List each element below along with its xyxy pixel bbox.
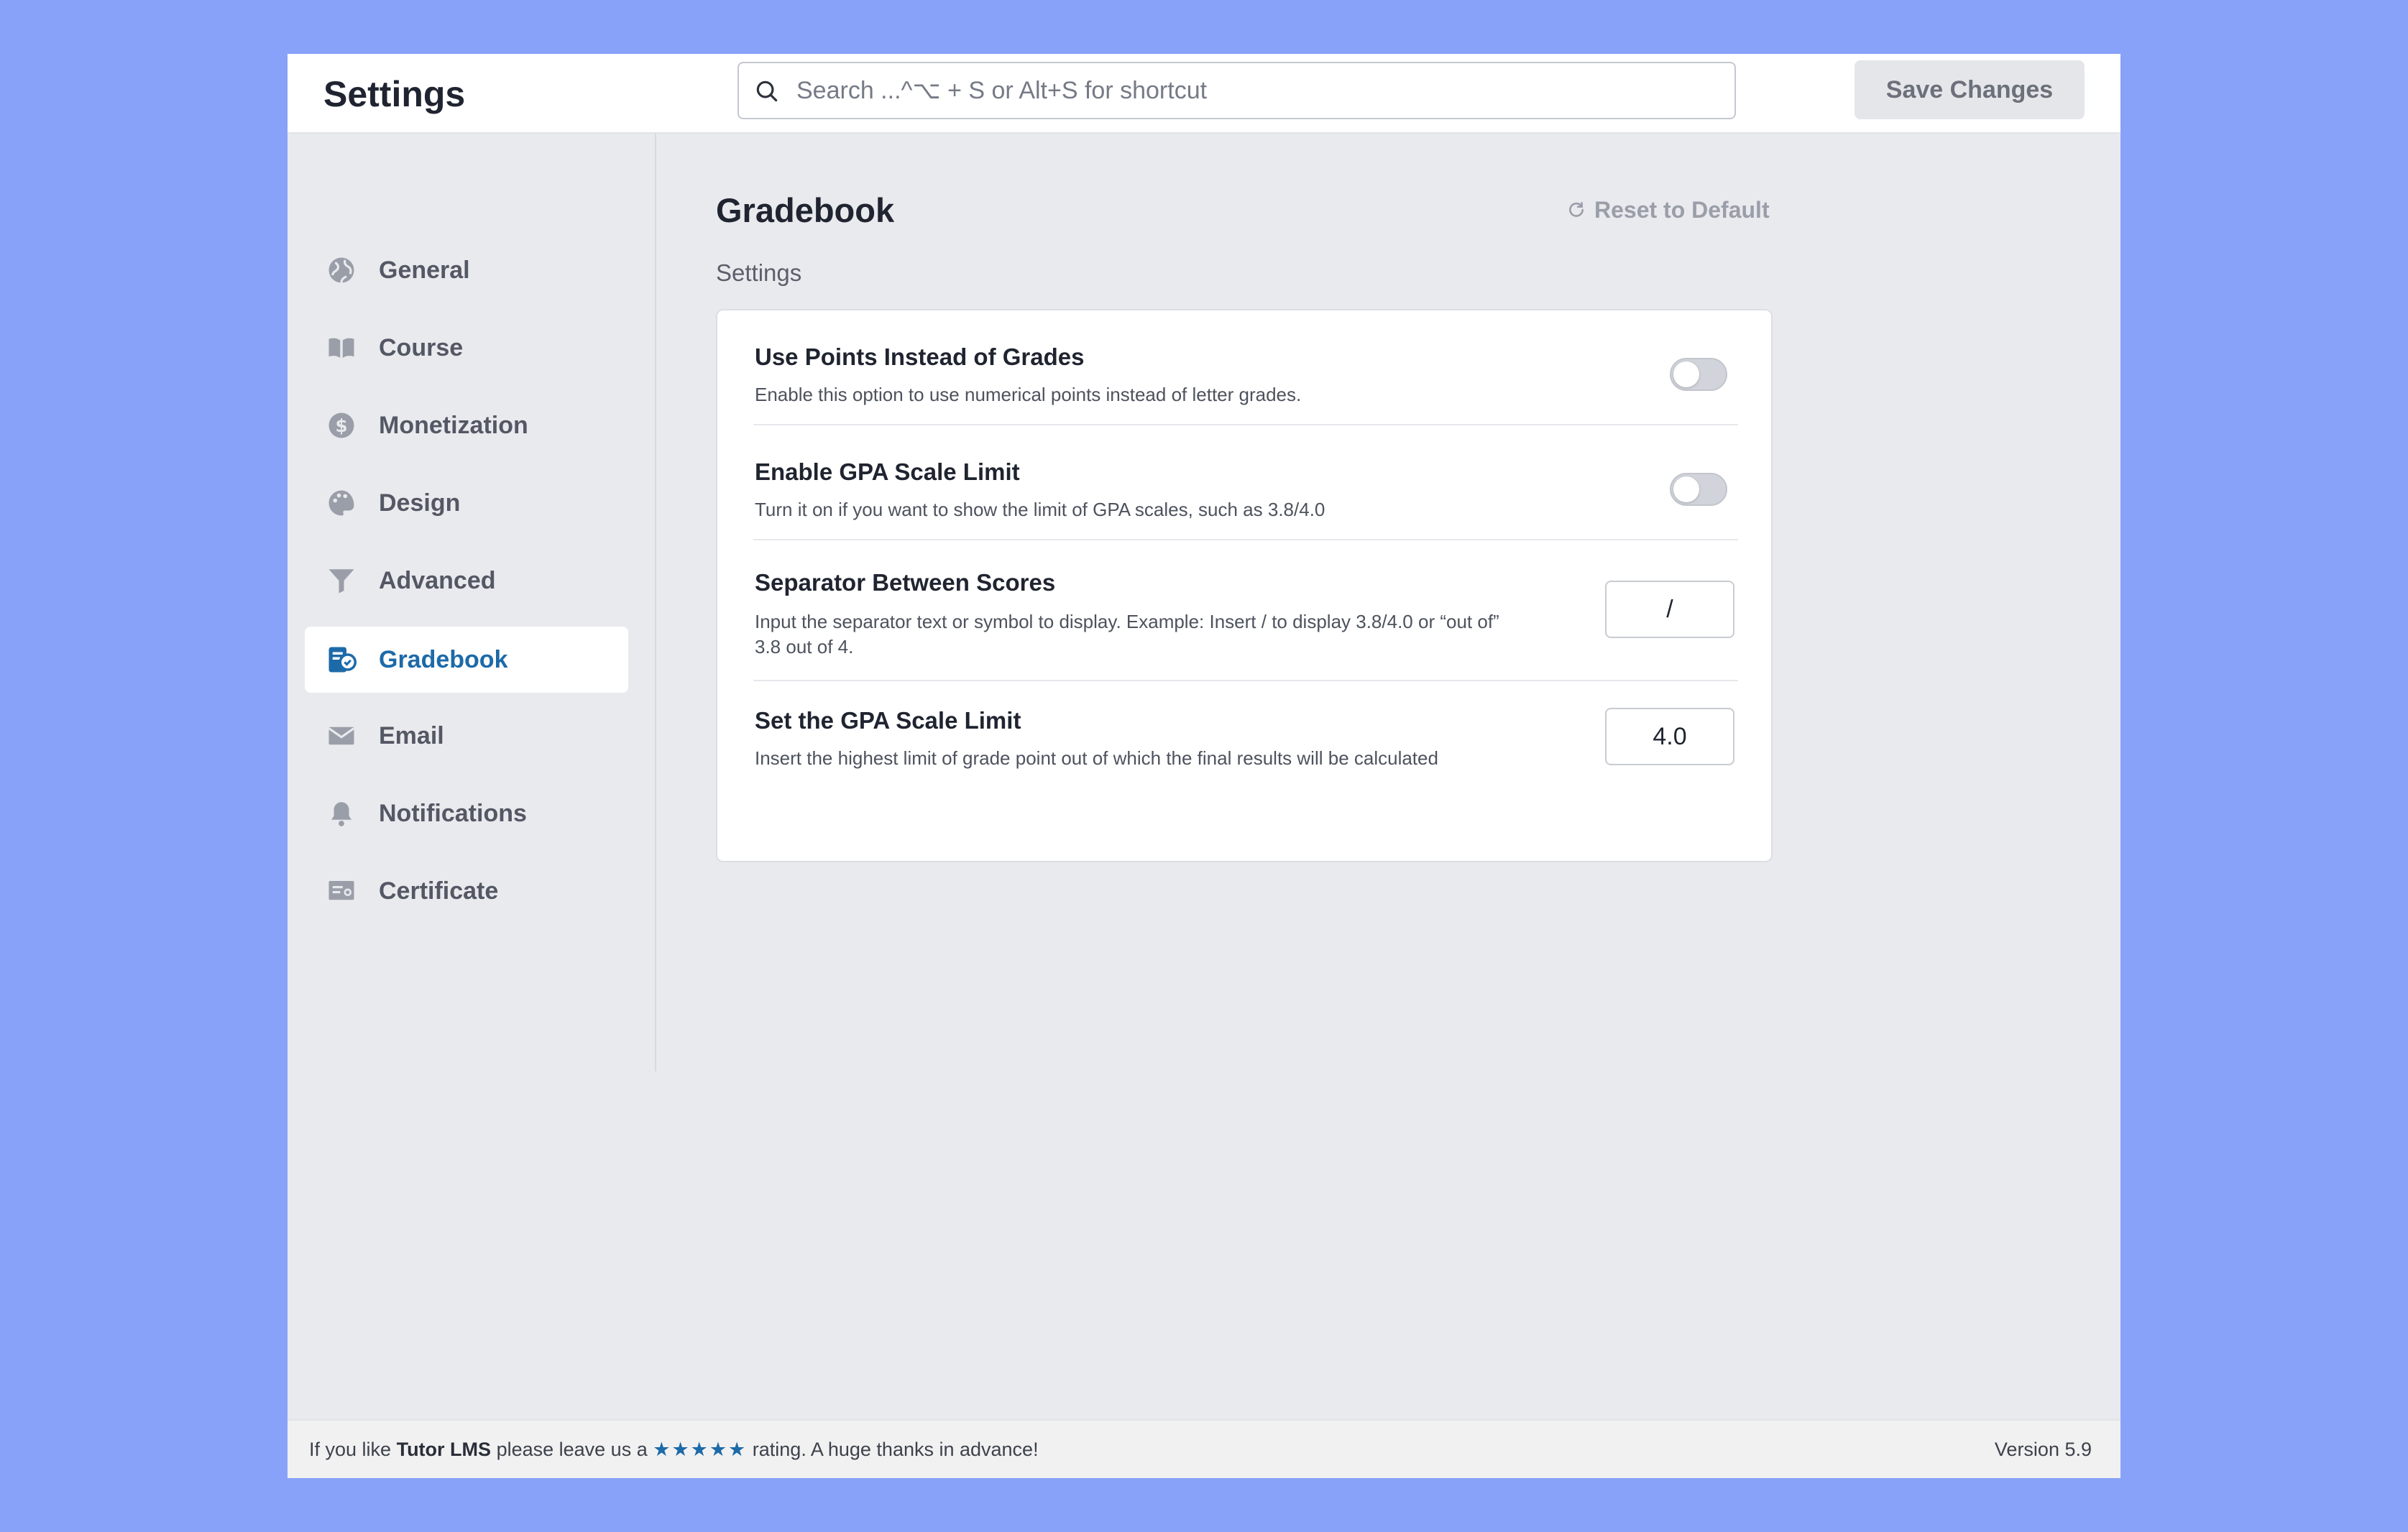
use-points-toggle[interactable]	[1670, 358, 1727, 391]
sidebar-item-course[interactable]: Course	[305, 315, 628, 381]
sidebar-item-label: Course	[379, 334, 464, 361]
setting-title: Enable GPA Scale Limit	[755, 458, 1020, 485]
sidebar-item-label: General	[379, 257, 470, 284]
sidebar-item-advanced[interactable]: Advanced	[305, 548, 628, 614]
sidebar-item-label: Certificate	[379, 877, 499, 905]
search-input[interactable]	[796, 63, 1724, 118]
toggle-knob	[1673, 476, 1699, 502]
setting-row-use-points: Use Points Instead of Grades Enable this…	[753, 310, 1738, 425]
sidebar-item-label: Design	[379, 489, 461, 517]
top-bar: Settings Save Changes	[288, 54, 2120, 134]
gpa-limit-input[interactable]	[1605, 708, 1734, 765]
setting-row-gpa-scale-limit: Enable GPA Scale Limit Turn it on if you…	[753, 425, 1738, 540]
separator-input[interactable]	[1605, 581, 1734, 638]
setting-description-continued: 3.8 out of 4.	[755, 636, 854, 657]
sidebar-item-label: Gradebook	[379, 646, 508, 673]
save-changes-button[interactable]: Save Changes	[1855, 60, 2085, 119]
bell-icon	[331, 802, 351, 826]
footer-rating-message: If you like Tutor LMS please leave us a …	[309, 1439, 1039, 1460]
setting-description: Insert the highest limit of grade point …	[755, 747, 1438, 769]
dollar-icon: $	[328, 412, 354, 438]
sidebar-item-label: Advanced	[379, 567, 496, 594]
setting-row-separator: Separator Between Scores Input the separ…	[753, 540, 1738, 681]
version-label: Version 5.9	[1994, 1439, 2092, 1460]
sidebar-item-label: Notifications	[379, 800, 527, 827]
setting-description: Turn it on if you want to show the limit…	[755, 499, 1325, 520]
search-box[interactable]	[737, 62, 1736, 119]
setting-row-gpa-limit-value: Set the GPA Scale Limit Insert the highe…	[753, 681, 1738, 803]
brand-name: Tutor LMS	[396, 1439, 492, 1460]
filter-icon	[328, 569, 354, 594]
setting-title: Use Points Instead of Grades	[755, 343, 1085, 370]
certificate-icon	[328, 881, 354, 900]
sidebar-item-general[interactable]: General	[305, 237, 628, 303]
sidebar-item-certificate[interactable]: Certificate	[305, 858, 628, 924]
reset-to-default-button[interactable]: Reset to Default	[1567, 192, 1770, 228]
sidebar-item-label: Monetization	[379, 412, 528, 439]
sidebar-item-email[interactable]: Email	[305, 703, 628, 769]
settings-card: Use Points Instead of Grades Enable this…	[716, 309, 1773, 862]
envelope-icon	[328, 726, 355, 745]
sidebar-item-gradebook[interactable]: Gradebook	[305, 627, 628, 693]
gpa-scale-limit-toggle[interactable]	[1670, 473, 1727, 506]
page-title: Settings	[323, 74, 466, 114]
globe-icon	[328, 257, 354, 283]
book-icon	[328, 338, 354, 358]
palette-icon	[328, 490, 354, 516]
setting-title: Separator Between Scores	[755, 569, 1056, 596]
setting-title: Set the GPA Scale Limit	[755, 707, 1021, 734]
sidebar-item-design[interactable]: Design	[305, 470, 628, 536]
gradebook-icon	[328, 647, 357, 673]
toggle-knob	[1673, 361, 1699, 387]
sidebar-item-notifications[interactable]: Notifications	[305, 780, 628, 846]
sidebar-item-monetization[interactable]: $ Monetization	[305, 392, 628, 458]
reset-label: Reset to Default	[1594, 196, 1770, 223]
search-icon	[756, 80, 778, 102]
settings-window: Settings Save Changes General Course $ M…	[288, 54, 2120, 1478]
section-title: Gradebook	[716, 191, 895, 229]
setting-description: Input the separator text or symbol to di…	[755, 611, 1499, 632]
reset-icon	[1569, 201, 1584, 217]
svg-text:$: $	[335, 415, 347, 436]
setting-description: Enable this option to use numerical poin…	[755, 384, 1302, 405]
rating-stars-link[interactable]: ★★★★★	[653, 1439, 747, 1460]
settings-group-label: Settings	[716, 259, 802, 286]
footer: If you like Tutor LMS please leave us a …	[288, 1419, 2120, 1478]
sidebar-item-label: Email	[379, 722, 444, 749]
sidebar: General Course $ Monetization Design Adv…	[288, 134, 656, 1071]
